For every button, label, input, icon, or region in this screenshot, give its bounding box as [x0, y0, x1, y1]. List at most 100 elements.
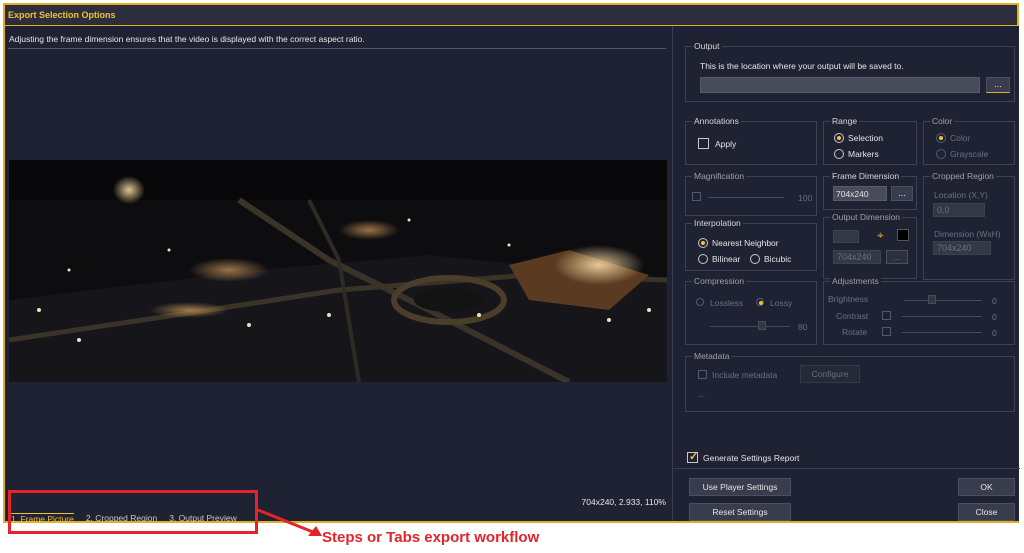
color-group-label: Color: [930, 116, 955, 126]
lossless-label: Lossless: [710, 298, 744, 308]
title-bar: Export Selection Options: [5, 5, 1017, 26]
magnification-value: 100: [798, 193, 813, 203]
brightness-slider[interactable]: [904, 300, 982, 301]
frame-info-status: 704x240, 2.933, 110%: [581, 497, 666, 507]
reset-settings-button[interactable]: Reset Settings: [689, 503, 791, 521]
frame-dimension-button[interactable]: ...: [891, 186, 913, 201]
adjustments-group: Adjustments Brightness 0 Contrast 0 Rota…: [823, 276, 1015, 345]
grayscale-label: Grayscale: [950, 149, 989, 159]
description-divider: [8, 48, 666, 49]
brightness-slider-thumb[interactable]: [928, 295, 936, 304]
settings-pane: Output This is the location where your o…: [672, 26, 1020, 521]
export-dialog: Export Selection Options Adjusting the f…: [3, 3, 1020, 524]
output-info-text: This is the location where your output w…: [700, 61, 904, 71]
output-dimension-group-label: Output Dimension: [830, 212, 903, 222]
compression-slider[interactable]: [710, 326, 790, 327]
contrast-value: 0: [992, 312, 997, 322]
checkmark-icon: ✓: [689, 451, 699, 463]
output-dimension-input[interactable]: 704x240: [833, 250, 881, 264]
background-color-swatch[interactable]: [897, 229, 909, 241]
color-label: Color: [950, 133, 971, 143]
nearest-neighbor-radio[interactable]: [698, 238, 708, 248]
night-aerial-image: [9, 160, 667, 382]
magnification-group-label: Magnification: [692, 171, 747, 181]
compression-group: Compression Lossless Lossy 80: [685, 276, 817, 345]
output-dimension-group: Output Dimension ⌖ 704x240 ...: [823, 212, 917, 279]
output-path-input[interactable]: [700, 77, 980, 93]
frame-dimension-group: Frame Dimension 704x240 ...: [823, 171, 917, 210]
preview-pane: Adjusting the frame dimension ensures th…: [5, 26, 669, 524]
range-markers-label: Markers: [848, 149, 879, 159]
grayscale-radio[interactable]: [936, 149, 946, 159]
footer-divider: [673, 468, 1020, 469]
magnification-group: Magnification 100: [685, 171, 817, 216]
cropped-region-group: Cropped Region Location (X,Y) 0,0 Dimens…: [923, 171, 1015, 280]
location-input[interactable]: 0,0: [933, 203, 985, 217]
lossless-radio[interactable]: [696, 298, 704, 306]
crosshair-icon: ⌖: [877, 228, 884, 242]
description-text: Adjusting the frame dimension ensures th…: [9, 34, 365, 44]
color-radio[interactable]: [936, 133, 946, 143]
callout-highlight-box: [8, 490, 258, 534]
magnification-slider[interactable]: [708, 197, 784, 198]
annotations-group-label: Annotations: [692, 116, 741, 126]
magnification-checkbox[interactable]: [692, 192, 701, 201]
brightness-value: 0: [992, 296, 997, 306]
frame-dimension-group-label: Frame Dimension: [830, 171, 902, 181]
lossy-radio[interactable]: [756, 298, 764, 306]
include-metadata-label: Include metadata: [712, 370, 778, 380]
range-markers-radio[interactable]: [834, 149, 844, 159]
output-dimension-lock-field[interactable]: [833, 230, 859, 243]
cropped-region-group-label: Cropped Region: [930, 171, 996, 181]
output-dimension-button[interactable]: ...: [886, 250, 908, 264]
range-group-label: Range: [830, 116, 860, 126]
color-group: Color Color Grayscale: [923, 116, 1015, 165]
brightness-label: Brightness: [828, 294, 869, 304]
configure-metadata-button[interactable]: Configure: [800, 365, 860, 383]
bicubic-label: Bicubic: [764, 254, 792, 264]
compression-value: 80: [798, 322, 808, 332]
rotate-checkbox[interactable]: [882, 327, 891, 336]
compression-slider-thumb[interactable]: [758, 321, 766, 330]
interpolation-group: Interpolation Nearest Neighbor Bilinear …: [685, 218, 817, 271]
generate-report-label: Generate Settings Report: [703, 453, 800, 463]
bilinear-radio[interactable]: [698, 254, 708, 264]
bilinear-label: Bilinear: [712, 254, 741, 264]
callout-arrow-icon: [257, 508, 322, 536]
adjustments-group-label: Adjustments: [830, 276, 881, 286]
compression-group-label: Compression: [692, 276, 747, 286]
window-title: Export Selection Options: [8, 10, 116, 20]
video-frame-preview: [9, 160, 667, 382]
contrast-label: Contrast: [836, 311, 869, 321]
bicubic-radio[interactable]: [750, 254, 760, 264]
rotate-slider[interactable]: [902, 332, 982, 333]
metadata-extra: ...: [698, 389, 706, 399]
annotations-group: Annotations Apply: [685, 116, 817, 165]
lossy-label: Lossy: [770, 298, 793, 308]
output-group-label: Output: [692, 41, 722, 51]
close-button[interactable]: Close: [958, 503, 1015, 521]
apply-annotations-checkbox[interactable]: [698, 138, 709, 149]
callout-text: Steps or Tabs export workflow: [322, 529, 540, 546]
include-metadata-checkbox[interactable]: [698, 370, 707, 379]
range-selection-radio[interactable]: [834, 133, 844, 143]
ok-button[interactable]: OK: [958, 478, 1015, 496]
metadata-group: Metadata Include metadata Configure ...: [685, 351, 1015, 412]
rotate-value: 0: [992, 328, 997, 338]
generate-report-checkbox[interactable]: ✓: [687, 451, 699, 463]
contrast-slider[interactable]: [902, 316, 982, 317]
range-group: Range Selection Markers: [823, 116, 917, 165]
contrast-checkbox[interactable]: [882, 311, 891, 320]
output-group: Output This is the location where your o…: [685, 41, 1015, 102]
frame-dimension-input[interactable]: 704x240: [833, 186, 887, 201]
use-player-settings-button[interactable]: Use Player Settings: [689, 478, 791, 496]
range-selection-label: Selection: [848, 133, 883, 143]
dimension-label: Dimension (WxH): [934, 229, 1001, 239]
metadata-group-label: Metadata: [692, 351, 732, 361]
dimension-input[interactable]: 704x240: [933, 241, 991, 255]
rotate-label: Rotate: [842, 327, 868, 337]
interpolation-group-label: Interpolation: [692, 218, 743, 228]
nearest-neighbor-label: Nearest Neighbor: [712, 238, 779, 248]
output-browse-button[interactable]: ...: [986, 77, 1010, 93]
apply-label: Apply: [715, 139, 737, 149]
